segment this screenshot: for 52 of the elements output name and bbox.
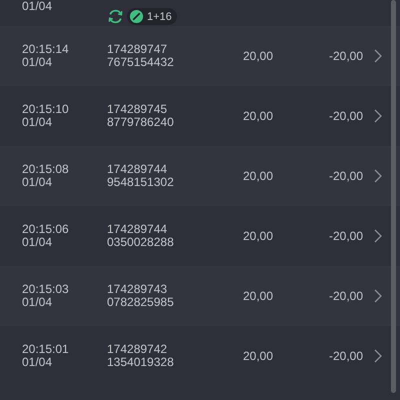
- row-id: 7675154432: [107, 56, 175, 69]
- row-amount: 20,00: [242, 49, 273, 63]
- transaction-row[interactable]: 20:15:14 01/04 174289747 7675154432 20,00 -20,00: [0, 26, 400, 86]
- scrollbar[interactable]: [391, 0, 396, 393]
- chevron-icon: [374, 229, 382, 243]
- row-time: 20:15:06: [22, 223, 70, 236]
- row-amount: 20,00: [242, 229, 273, 243]
- row-date: 01/04: [22, 176, 54, 189]
- row-date: 01/04: [22, 356, 54, 369]
- chevron-icon: [374, 289, 382, 303]
- row-time: 20:15:14: [22, 43, 70, 56]
- row-id: 8779786240: [107, 116, 175, 129]
- row-id: 0350028288: [107, 236, 175, 249]
- row-id: 0782825985: [107, 296, 175, 309]
- row-id: 174289744: [107, 223, 168, 236]
- row-time: 20:15:10: [22, 103, 70, 116]
- row-amount: 20,00: [242, 109, 273, 123]
- sync-icon: [107, 8, 124, 25]
- row-balance: -20,00: [328, 349, 363, 363]
- transaction-row[interactable]: 20:15:01 01/04 174289742 1354019328 20,00 -20,00: [0, 326, 400, 386]
- row-id: 174289744: [107, 163, 168, 176]
- transaction-row[interactable]: 20:15:10 01/04 174289745 8779786240 20,00 -20,00: [0, 86, 400, 146]
- row-date: 01/04: [22, 236, 54, 249]
- row-time: 20:15:01: [22, 343, 70, 356]
- row-balance: -20,00: [328, 109, 363, 123]
- row-id: 174289745: [107, 103, 168, 116]
- chevron-icon: [374, 49, 382, 63]
- row-balance: -20,00: [328, 289, 363, 303]
- row-id: 174289743: [107, 283, 168, 296]
- chevron-icon: [374, 109, 382, 123]
- row-amount: 20,00: [242, 169, 273, 183]
- row-id: 9548151302: [107, 176, 175, 189]
- chevron-icon: [374, 349, 382, 363]
- row-amount: 20,00: [242, 289, 273, 303]
- row-id: 1354019328: [107, 356, 175, 369]
- row-id: 174289747: [107, 43, 168, 56]
- row-id: 174289742: [107, 343, 168, 356]
- row-date: 01/04: [22, 296, 54, 309]
- row-time: 20:15:03: [22, 283, 70, 296]
- row-time: 20:15:08: [22, 163, 70, 176]
- row-balance: -20,00: [328, 229, 363, 243]
- row-date: 01/04: [22, 0, 54, 13]
- row-balance: -20,00: [328, 49, 363, 63]
- row-balance: -20,00: [328, 169, 363, 183]
- row-amount: 20,00: [242, 349, 273, 363]
- status-badge: 1+16: [127, 8, 177, 25]
- row-date: 01/04: [22, 116, 54, 129]
- transaction-row[interactable]: 20:15:06 01/04 174289744 0350028288 20,00 -20,00: [0, 206, 400, 266]
- row-date: 01/04: [22, 56, 54, 69]
- chevron-icon: [374, 169, 382, 183]
- transaction-row[interactable]: 20:15:03 01/04 174289743 0782825985 20,00 -20,00: [0, 266, 400, 326]
- transaction-row[interactable]: 20:15:08 01/04 174289744 9548151302 20,00 -20,00: [0, 146, 400, 206]
